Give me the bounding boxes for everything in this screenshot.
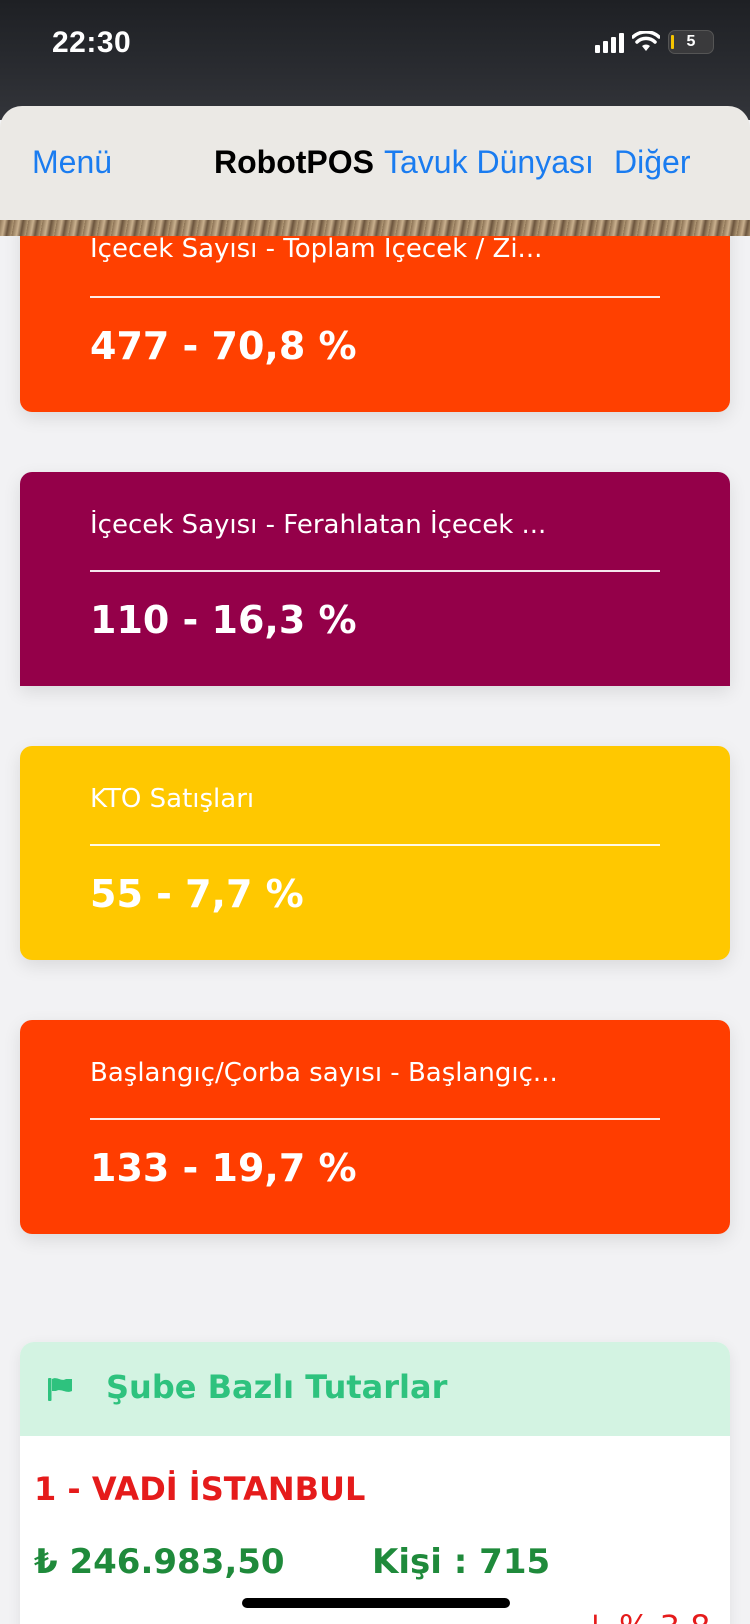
divider [90, 570, 660, 572]
metric-card-soft-drinks[interactable]: İçecek Sayısı - Ferahlatan İçecek ... 11… [20, 472, 730, 686]
divider [90, 1118, 660, 1120]
metric-card-value: 477 - 70,8 % [90, 324, 357, 368]
branch-totals-title: Şube Bazlı Tutarlar [106, 1368, 448, 1406]
divider [90, 296, 660, 298]
company-selector[interactable]: Tavuk Dünyası [384, 144, 594, 181]
menu-button[interactable]: Menü [32, 144, 112, 181]
branch-change: ↓ % 3,8 [582, 1608, 710, 1624]
other-button[interactable]: Diğer [614, 144, 690, 181]
nav-bar: Menü RobotPOS Tavuk Dünyası Diğer [0, 106, 750, 224]
cellular-signal-icon [595, 31, 624, 53]
metric-card-title: İçecek Sayısı - Toplam İçecek / Zi... [90, 236, 543, 264]
metric-card-kto-sales[interactable]: KTO Satışları 55 - 7,7 % [20, 746, 730, 960]
flag-icon [48, 1378, 72, 1401]
metric-card-title: KTO Satışları [90, 784, 255, 814]
branch-totals-header: Şube Bazlı Tutarlar [20, 1342, 730, 1436]
branch-people-count: Kişi : 715 [372, 1542, 551, 1582]
branch-name[interactable]: 1 - VADİ İSTANBUL [34, 1470, 365, 1508]
branch-totals-panel: Şube Bazlı Tutarlar 1 - VADİ İSTANBUL ₺ … [20, 1342, 730, 1624]
battery-icon: 5 [668, 30, 714, 54]
divider [90, 844, 660, 846]
wifi-icon [632, 31, 660, 51]
metric-card-starter-soup[interactable]: Başlangıç/Çorba sayısı - Başlangıç... 13… [20, 1020, 730, 1234]
metric-card-total-drinks[interactable]: İçecek Sayısı - Toplam İçecek / Zi... 47… [20, 236, 730, 412]
metric-card-value: 133 - 19,7 % [90, 1146, 357, 1190]
header-background-texture [0, 220, 750, 236]
status-bar: 22:30 5 [0, 0, 750, 120]
battery-level: 5 [686, 33, 696, 50]
status-time: 22:30 [52, 26, 132, 59]
branch-amount: ₺ 246.983,50 [34, 1542, 285, 1582]
metric-card-title: Başlangıç/Çorba sayısı - Başlangıç... [90, 1058, 558, 1088]
metric-card-title: İçecek Sayısı - Ferahlatan İçecek ... [90, 510, 547, 540]
metric-card-value: 55 - 7,7 % [90, 872, 304, 916]
metric-card-value: 110 - 16,3 % [90, 598, 357, 642]
app-title: RobotPOS [214, 144, 374, 180]
home-indicator [242, 1598, 510, 1608]
dashboard-content[interactable]: İçecek Sayısı - Toplam İçecek / Zi... 47… [0, 236, 750, 1624]
status-icons: 5 [595, 30, 714, 54]
